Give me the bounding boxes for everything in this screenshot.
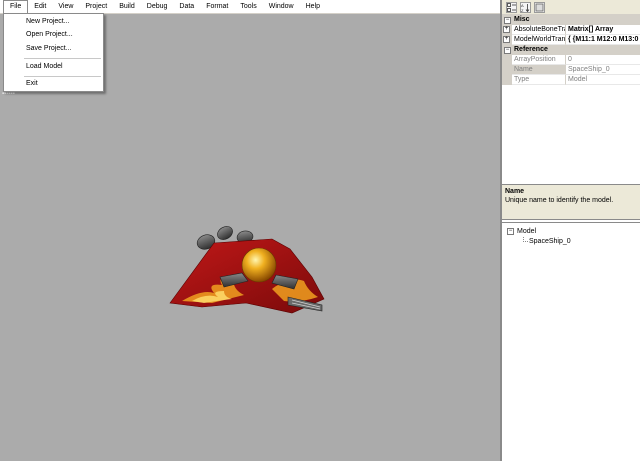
menu-bar: File Edit View Project Build Debug Data … xyxy=(0,0,500,14)
menu-project[interactable]: Project xyxy=(79,0,113,14)
menu-view[interactable]: View xyxy=(52,0,79,14)
collapse-icon[interactable]: − xyxy=(507,228,514,235)
description-title: Name xyxy=(505,188,525,195)
category-label: Misc xyxy=(514,16,530,23)
menu-help[interactable]: Help xyxy=(300,0,326,14)
property-name: Type xyxy=(512,75,566,85)
property-pages-icon[interactable] xyxy=(534,1,545,13)
property-name: ArrayPosition xyxy=(512,55,566,65)
menu-debug[interactable]: Debug xyxy=(141,0,174,14)
property-row[interactable]: + AbsoluteBoneTra Matrix[] Array xyxy=(502,25,640,35)
menu-separator xyxy=(24,58,101,59)
property-name: Name xyxy=(512,65,566,75)
menu-format[interactable]: Format xyxy=(200,0,234,14)
alphabetical-sort-icon[interactable]: AZ xyxy=(520,1,531,13)
category-label: Reference xyxy=(514,46,548,53)
property-grid-toolbar: AZ xyxy=(502,0,640,15)
right-panel: AZ − Misc + AbsoluteBoneTra Matrix[] Arr… xyxy=(500,0,640,461)
property-description-pane: Name Unique name to identify the model. xyxy=(502,184,640,220)
property-row-selected[interactable]: Name SpaceShip_0 xyxy=(502,65,640,75)
property-value: Model xyxy=(566,75,640,85)
tree-node-label: SpaceShip_0 xyxy=(529,238,571,245)
spaceship-model xyxy=(169,226,325,314)
property-name: AbsoluteBoneTra xyxy=(512,25,566,35)
property-row[interactable]: Type Model xyxy=(502,75,640,85)
property-value: SpaceShip_0 xyxy=(566,65,640,75)
description-text: Unique name to identify the model. xyxy=(505,197,614,204)
menu-load-model[interactable]: Load Model xyxy=(26,63,63,70)
file-menu-dropdown: New Project... Open Project... Save Proj… xyxy=(3,13,104,92)
svg-text:Z: Z xyxy=(521,8,524,12)
category-misc[interactable]: − Misc xyxy=(502,15,640,25)
property-value: 0 xyxy=(566,55,640,65)
tree-connector xyxy=(523,237,528,242)
menu-separator xyxy=(24,76,101,77)
category-reference[interactable]: − Reference xyxy=(502,45,640,55)
menu-exit[interactable]: Exit xyxy=(26,80,38,87)
expand-icon[interactable]: + xyxy=(503,36,510,43)
property-row[interactable]: + ModelWorldTranc { {M11:1 M12:0 M13:0 xyxy=(502,35,640,45)
collapse-icon[interactable]: − xyxy=(504,16,511,24)
property-value: Matrix[] Array xyxy=(566,25,640,35)
expand-icon[interactable]: + xyxy=(503,26,510,33)
scene-tree: − Model SpaceShip_0 xyxy=(502,222,640,461)
tree-node-label: Model xyxy=(517,228,537,235)
menu-data[interactable]: Data xyxy=(173,0,200,14)
property-row[interactable]: ArrayPosition 0 xyxy=(502,55,640,65)
menu-edit[interactable]: Edit xyxy=(28,0,52,14)
menu-save-project[interactable]: Save Project... xyxy=(26,45,72,52)
property-grid: − Misc + AbsoluteBoneTra Matrix[] Array … xyxy=(502,15,640,85)
menu-tools[interactable]: Tools xyxy=(234,0,262,14)
property-value: { {M11:1 M12:0 M13:0 xyxy=(566,36,640,45)
menu-file[interactable]: File xyxy=(3,0,29,14)
tree-node-root[interactable]: − Model xyxy=(502,227,640,237)
menu-new-project[interactable]: New Project... xyxy=(26,18,70,25)
property-name: ModelWorldTranc xyxy=(512,35,566,45)
menu-build[interactable]: Build xyxy=(113,0,141,14)
menu-window[interactable]: Window xyxy=(263,0,300,14)
categorized-view-icon[interactable] xyxy=(506,1,517,13)
tree-node-child[interactable]: SpaceShip_0 xyxy=(502,237,640,247)
collapse-icon[interactable]: − xyxy=(504,46,511,54)
menu-open-project[interactable]: Open Project... xyxy=(26,31,73,38)
